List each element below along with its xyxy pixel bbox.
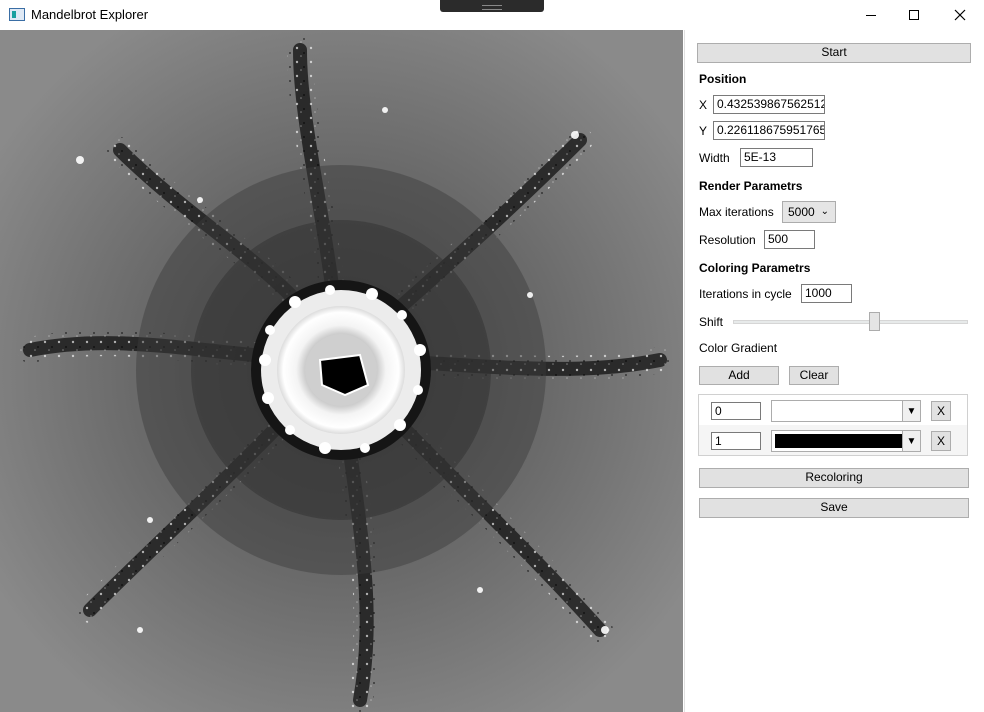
list-item: 1 ▼ X xyxy=(699,425,967,455)
iterations-cycle-label: Iterations in cycle xyxy=(699,287,792,301)
dropdown-arrow-icon: ▼ xyxy=(902,431,920,451)
resolution-label: Resolution xyxy=(699,233,756,247)
clear-button[interactable]: Clear xyxy=(789,366,839,385)
x-label: X xyxy=(699,98,708,112)
drag-handle[interactable] xyxy=(440,0,544,12)
close-button[interactable] xyxy=(937,0,983,30)
title-bar: Mandelbrot Explorer xyxy=(0,0,984,30)
color-gradient-label: Color Gradient xyxy=(699,341,778,355)
iterations-cycle-input[interactable]: 1000 xyxy=(801,284,852,303)
max-iterations-value: 5000 xyxy=(788,205,815,219)
save-button[interactable]: Save xyxy=(699,498,969,518)
close-icon xyxy=(954,9,966,21)
maximize-button[interactable] xyxy=(891,0,937,30)
minimize-button[interactable] xyxy=(848,0,894,30)
gradient-stop-position[interactable]: 1 xyxy=(711,432,761,450)
recoloring-button[interactable]: Recoloring xyxy=(699,468,969,488)
color-swatch xyxy=(775,404,902,418)
max-iterations-select[interactable]: 5000 ⌄ xyxy=(782,201,836,223)
app-window-icon xyxy=(9,8,25,21)
gradient-color-picker[interactable]: ▼ xyxy=(771,400,921,422)
gradient-list: 0 ▼ X 1 ▼ X xyxy=(698,394,968,456)
x-input[interactable]: 0.432539867562512 xyxy=(713,95,825,114)
maximize-icon xyxy=(909,10,919,20)
gradient-color-picker[interactable]: ▼ xyxy=(771,430,921,452)
remove-stop-button[interactable]: X xyxy=(931,431,951,451)
shift-slider-track[interactable] xyxy=(733,320,968,324)
add-button[interactable]: Add xyxy=(699,366,779,385)
shift-label: Shift xyxy=(699,315,724,329)
control-panel: Start Position X 0.432539867562512 Y 0.2… xyxy=(684,30,984,712)
start-button[interactable]: Start xyxy=(697,43,971,63)
gradient-stop-position[interactable]: 0 xyxy=(711,402,761,420)
list-item: 0 ▼ X xyxy=(699,395,967,425)
y-label: Y xyxy=(699,124,708,138)
dropdown-arrow-icon: ▼ xyxy=(902,401,920,421)
max-iterations-label: Max iterations xyxy=(699,205,774,219)
fractal-canvas[interactable] xyxy=(0,30,683,712)
y-input[interactable]: 0.226118675951765 xyxy=(713,121,825,140)
color-swatch xyxy=(775,434,902,448)
resolution-input[interactable]: 500 xyxy=(764,230,815,249)
coloring-heading: Coloring Parametrs xyxy=(699,261,811,275)
minimize-icon xyxy=(866,14,876,16)
shift-slider-thumb[interactable] xyxy=(869,312,880,331)
width-label: Width xyxy=(699,151,730,165)
width-input[interactable]: 5E-13 xyxy=(740,148,813,167)
window-title: Mandelbrot Explorer xyxy=(31,7,149,22)
position-heading: Position xyxy=(699,72,747,86)
remove-stop-button[interactable]: X xyxy=(931,401,951,421)
render-heading: Render Parametrs xyxy=(699,179,803,193)
chevron-down-icon: ⌄ xyxy=(820,206,829,217)
